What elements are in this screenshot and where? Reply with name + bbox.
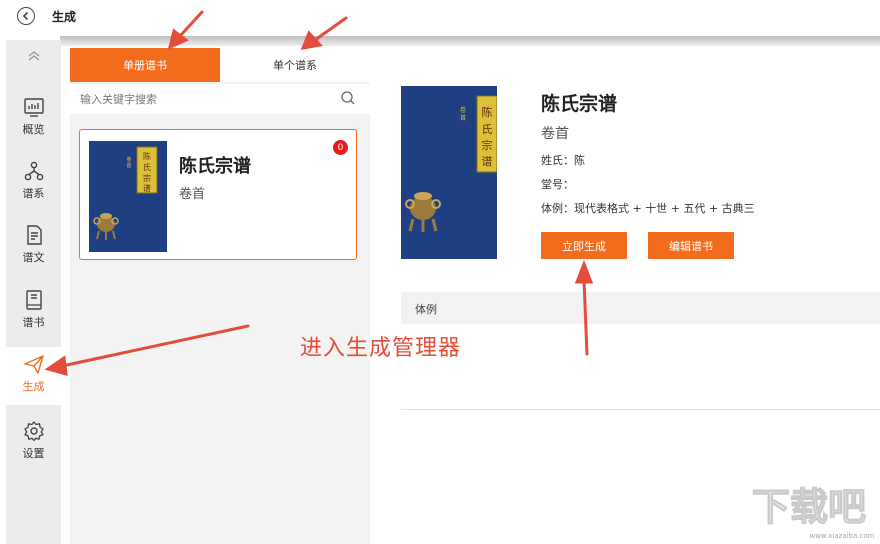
tree-icon xyxy=(24,161,43,181)
detail-cover-image: 陈 氏 宗 谱 卷 首 xyxy=(401,86,497,259)
header-shadow xyxy=(60,36,880,46)
chart-board-icon xyxy=(23,98,44,117)
nav-label: 设置 xyxy=(22,447,45,460)
collapse-button[interactable] xyxy=(6,48,61,72)
generate-now-button[interactable]: 立即生成 xyxy=(541,232,627,259)
book-card-subtitle: 卷首 xyxy=(179,187,206,202)
nav-item-text[interactable]: 谱文 xyxy=(6,218,61,274)
book-cover-image: 陈 氏 宗 谱 卷 首 xyxy=(89,141,167,252)
detail-title: 陈氏宗谱 xyxy=(541,93,618,115)
count-badge: 0 xyxy=(333,140,348,155)
search-bar xyxy=(70,84,370,114)
left-nav: 概览 谱系 谱文 谱书 生成 设置 xyxy=(6,40,61,544)
tab-single-lineage[interactable]: 单个谱系 xyxy=(220,48,370,82)
arrow-head xyxy=(574,259,594,284)
nav-item-settings[interactable]: 设置 xyxy=(6,414,61,470)
style-section-header: 体例 xyxy=(401,292,880,324)
search-input[interactable] xyxy=(80,89,330,109)
book-list-panel: 单册谱书 单个谱系 陈 氏 宗 谱 卷 首 陈氏宗谱 卷首 0 xyxy=(70,48,370,544)
style-field: 体例：现代表格式 + 十世 + 五代 + 古典三 xyxy=(541,202,755,215)
cover-side-char: 卷 xyxy=(126,156,131,163)
watermark-text: 下载吧 xyxy=(752,485,866,529)
tab-bar: 单册谱书 单个谱系 xyxy=(70,48,370,82)
annotation-text: 进入生成管理器 xyxy=(300,336,462,361)
watermark-url: www.xiazaiba.com xyxy=(810,532,875,540)
nav-label: 生成 xyxy=(22,380,45,393)
cover-spine-char: 陈 xyxy=(482,105,493,119)
cover-spine-char: 氏 xyxy=(143,163,151,172)
detail-subtitle: 卷首 xyxy=(541,126,569,142)
cover-side-char: 卷 xyxy=(460,106,466,114)
edit-book-button[interactable]: 编辑谱书 xyxy=(648,232,734,259)
tab-single-book[interactable]: 单册谱书 xyxy=(70,48,220,82)
book-card[interactable]: 陈 氏 宗 谱 卷 首 陈氏宗谱 卷首 0 xyxy=(79,129,357,260)
nav-item-book[interactable]: 谱书 xyxy=(6,283,61,339)
nav-item-overview[interactable]: 概览 xyxy=(6,90,61,146)
chevron-left-icon xyxy=(22,11,29,21)
book-icon xyxy=(25,290,42,310)
cover-spine-char: 谱 xyxy=(143,183,151,193)
nav-label: 谱文 xyxy=(22,251,45,264)
cover-spine-char: 陈 xyxy=(143,151,151,161)
surname-field: 姓氏：陈 xyxy=(541,154,585,167)
divider xyxy=(401,409,880,410)
page-title: 生成 xyxy=(52,10,77,24)
back-button[interactable] xyxy=(17,7,35,25)
hall-name-field: 堂号： xyxy=(541,178,574,191)
cover-side-char: 首 xyxy=(126,162,131,169)
cover-spine-char: 宗 xyxy=(143,173,151,183)
section-label: 体例 xyxy=(415,303,437,316)
nav-item-generate[interactable]: 生成 xyxy=(6,347,61,405)
book-card-title: 陈氏宗谱 xyxy=(179,156,251,177)
nav-label: 概览 xyxy=(22,123,45,136)
paper-plane-icon xyxy=(23,355,44,374)
nav-item-lineage[interactable]: 谱系 xyxy=(6,154,61,210)
double-chevron-up-icon xyxy=(28,51,39,61)
cover-spine-char: 谱 xyxy=(482,154,493,168)
cover-spine-char: 氏 xyxy=(482,123,493,136)
search-icon[interactable] xyxy=(340,90,356,106)
nav-label: 谱书 xyxy=(22,316,45,329)
watermark-logo: 下载吧 www.xiazaiba.com xyxy=(751,484,875,540)
document-icon xyxy=(26,225,42,245)
nav-label: 谱系 xyxy=(22,187,45,200)
cover-spine-char: 宗 xyxy=(482,138,493,152)
top-bar: 生成 xyxy=(0,0,880,36)
cover-side-char: 首 xyxy=(460,114,466,122)
gear-icon xyxy=(23,421,44,442)
